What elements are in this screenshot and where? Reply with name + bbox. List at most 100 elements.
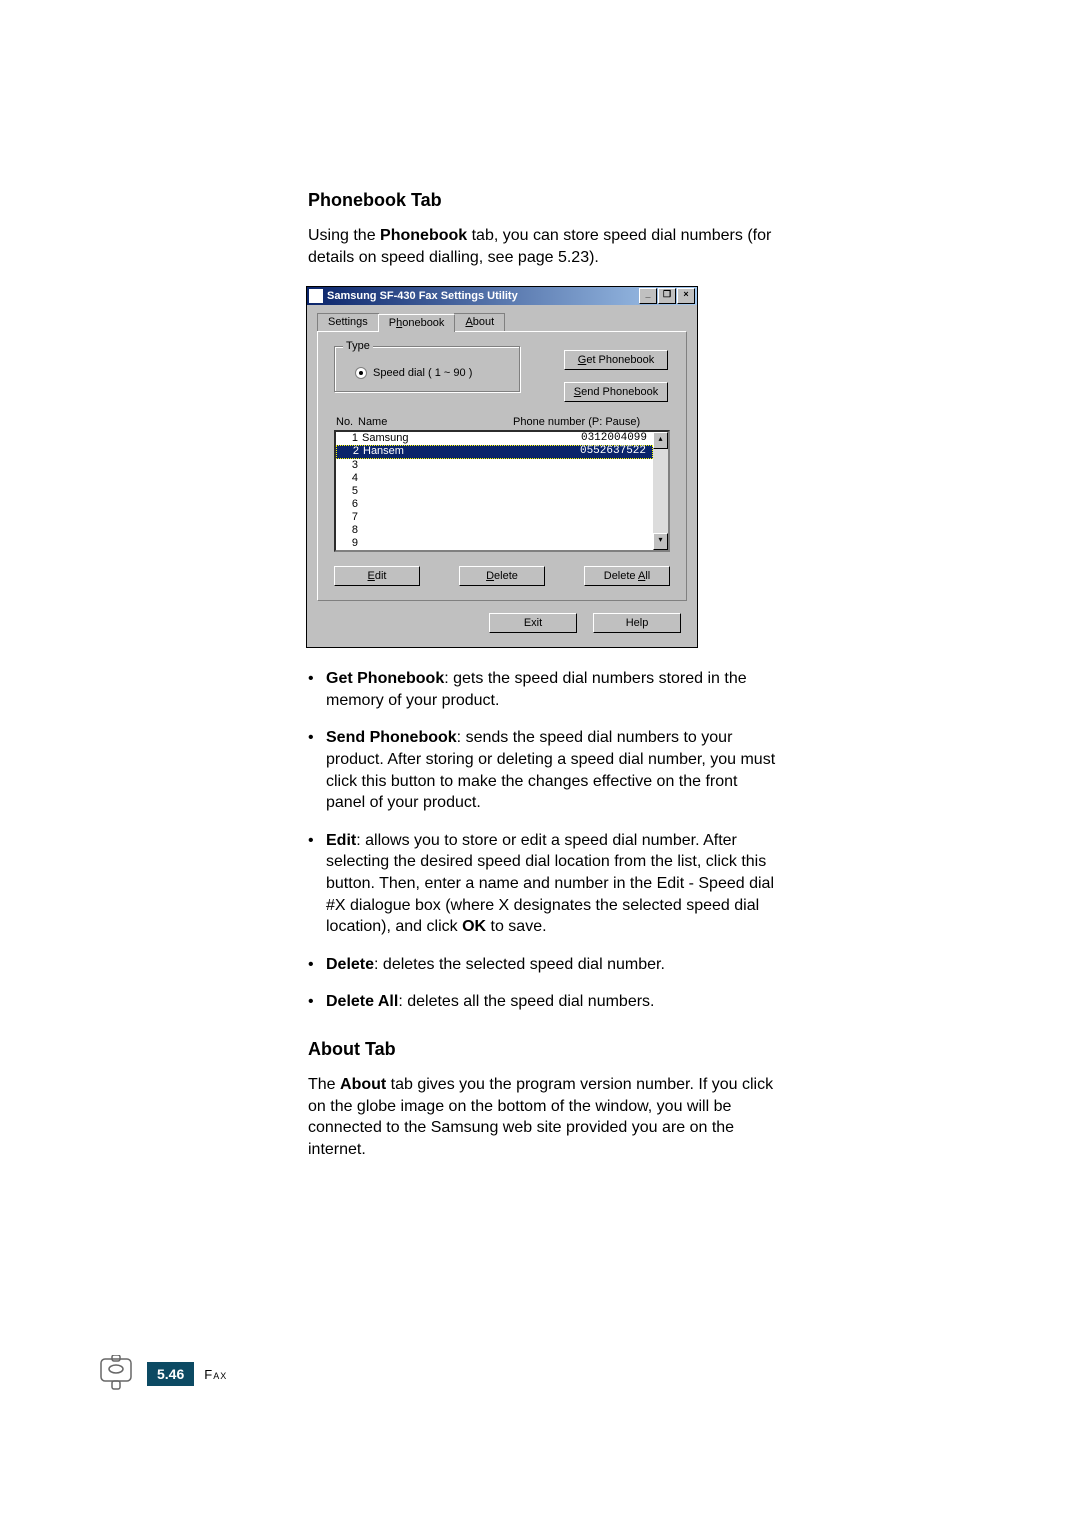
- cell-no: 3: [338, 459, 362, 472]
- table-row[interactable]: 7: [336, 511, 653, 524]
- b3-bold: Edit: [326, 832, 356, 849]
- tab-settings-label: Settings: [328, 316, 368, 328]
- send-phonebook-button[interactable]: Send Phonebook: [564, 382, 668, 402]
- about-tab-heading: About Tab: [308, 1039, 778, 1060]
- speed-dial-radio[interactable]: Speed dial ( 1 ~ 90 ): [355, 367, 507, 379]
- list-rows: 1 Samsung 0312004099 2 Hansem 0552637522…: [336, 432, 653, 550]
- cell-name: [362, 472, 497, 485]
- cell-phone: [497, 472, 651, 485]
- col-header-no: No.: [336, 416, 358, 428]
- cell-name: [362, 498, 497, 511]
- b4-bold: Delete: [326, 956, 374, 973]
- about-pre: The: [308, 1076, 340, 1093]
- cell-no: 8: [338, 524, 362, 537]
- b2-bold: Send Phonebook: [326, 729, 457, 746]
- cell-no: 4: [338, 472, 362, 485]
- table-row[interactable]: 8: [336, 524, 653, 537]
- b1-bold: Get Phonebook: [326, 670, 444, 687]
- exit-button[interactable]: Exit: [489, 613, 577, 633]
- close-button[interactable]: ×: [677, 288, 695, 304]
- deleteall-post: ll: [645, 570, 650, 582]
- table-row[interactable]: 9: [336, 537, 653, 550]
- scroll-up-icon[interactable]: ▴: [653, 432, 668, 449]
- minimize-button[interactable]: _: [639, 288, 657, 304]
- list-item: Edit: allows you to store or edit a spee…: [308, 830, 778, 938]
- delete-all-button[interactable]: Delete All: [584, 566, 670, 586]
- list-item: Delete All: deletes all the speed dial n…: [308, 991, 778, 1013]
- list-header: No. Name Phone number (P: Pause): [334, 416, 670, 428]
- restore-button[interactable]: ❐: [658, 288, 676, 304]
- app-icon: [309, 289, 323, 303]
- type-legend: Type: [343, 340, 373, 352]
- delete-post: elete: [494, 570, 518, 582]
- col-header-name: Name: [358, 416, 513, 428]
- phonebook-tab-heading: Phonebook Tab: [308, 190, 778, 211]
- b3-text: : allows you to store or edit a speed di…: [326, 832, 774, 935]
- list-item: Delete: deletes the selected speed dial …: [308, 954, 778, 976]
- intro-pre: Using the: [308, 227, 380, 244]
- edit-button[interactable]: Edit: [334, 566, 420, 586]
- cell-name: [362, 485, 497, 498]
- tab-settings[interactable]: Settings: [317, 313, 379, 331]
- type-groupbox: Type Speed dial ( 1 ~ 90 ): [334, 346, 520, 392]
- tab-about-u: A: [465, 316, 472, 328]
- page-number-badge: 5.46: [147, 1362, 194, 1386]
- table-row[interactable]: 1 Samsung 0312004099: [336, 432, 653, 445]
- list-scrollbar[interactable]: ▴ ▾: [653, 432, 668, 550]
- get-post: et Phonebook: [586, 354, 654, 366]
- help-button[interactable]: Help: [593, 613, 681, 633]
- cell-name: Hansem: [363, 446, 496, 458]
- table-row[interactable]: 3: [336, 459, 653, 472]
- tab-phonebook[interactable]: Phonebook: [378, 314, 456, 332]
- about-bold: About: [340, 1076, 386, 1093]
- cell-no: 9: [338, 537, 362, 550]
- scroll-track[interactable]: [653, 449, 668, 533]
- window-title: Samsung SF-430 Fax Settings Utility: [327, 290, 638, 302]
- cell-phone: [497, 511, 651, 524]
- footer-section-label: Fax: [204, 1367, 227, 1382]
- cell-name: [362, 511, 497, 524]
- tabstrip: Settings Phonebook About: [307, 305, 697, 331]
- b5-text: : deletes all the speed dial numbers.: [398, 993, 654, 1010]
- type-legend-post: ype: [352, 340, 370, 352]
- scroll-down-icon[interactable]: ▾: [653, 533, 668, 550]
- tab-phonebook-post: onebook: [402, 317, 444, 329]
- cell-no: 2: [339, 446, 363, 458]
- table-row[interactable]: 6: [336, 498, 653, 511]
- cell-no: 7: [338, 511, 362, 524]
- list-item: Get Phonebook: gets the speed dial numbe…: [308, 668, 778, 711]
- cell-phone: 0312004099: [497, 432, 651, 445]
- tab-phonebook-pre: P: [389, 317, 396, 329]
- cell-phone: [497, 524, 651, 537]
- get-phonebook-button[interactable]: Get Phonebook: [564, 350, 668, 370]
- edit-u: E: [368, 570, 375, 582]
- speed-dial-radio-label: Speed dial ( 1 ~ 90 ): [373, 367, 472, 379]
- cell-phone: [497, 459, 651, 472]
- cell-phone: [497, 498, 651, 511]
- list-item: Send Phonebook: sends the speed dial num…: [308, 727, 778, 813]
- cell-name: [362, 537, 497, 550]
- cell-no: 6: [338, 498, 362, 511]
- cell-name: Samsung: [362, 432, 497, 445]
- send-post: end Phonebook: [581, 386, 658, 398]
- b3-tail: to save.: [486, 918, 546, 935]
- col-header-phone: Phone number (P: Pause): [513, 416, 668, 428]
- fax-settings-dialog: Samsung SF-430 Fax Settings Utility _ ❐ …: [306, 286, 698, 648]
- cell-name: [362, 524, 497, 537]
- table-row[interactable]: 4: [336, 472, 653, 485]
- table-row[interactable]: 2 Hansem 0552637522: [336, 445, 653, 459]
- action-row: Edit Delete Delete All: [334, 566, 670, 586]
- delete-u: D: [486, 570, 494, 582]
- table-row[interactable]: 5: [336, 485, 653, 498]
- b3-bold2: OK: [462, 918, 486, 935]
- cell-phone: 0552637522: [496, 446, 650, 458]
- tab-about-post: bout: [473, 316, 494, 328]
- speed-dial-list[interactable]: 1 Samsung 0312004099 2 Hansem 0552637522…: [334, 430, 670, 552]
- tabpanel-phonebook: Type Speed dial ( 1 ~ 90 ) Get Phonebook…: [317, 331, 687, 601]
- cell-phone: [497, 537, 651, 550]
- titlebar: Samsung SF-430 Fax Settings Utility _ ❐ …: [307, 287, 697, 305]
- fax-device-icon: [95, 1355, 137, 1393]
- tab-about[interactable]: About: [454, 313, 505, 331]
- phonebook-intro: Using the Phonebook tab, you can store s…: [308, 225, 778, 268]
- delete-button[interactable]: Delete: [459, 566, 545, 586]
